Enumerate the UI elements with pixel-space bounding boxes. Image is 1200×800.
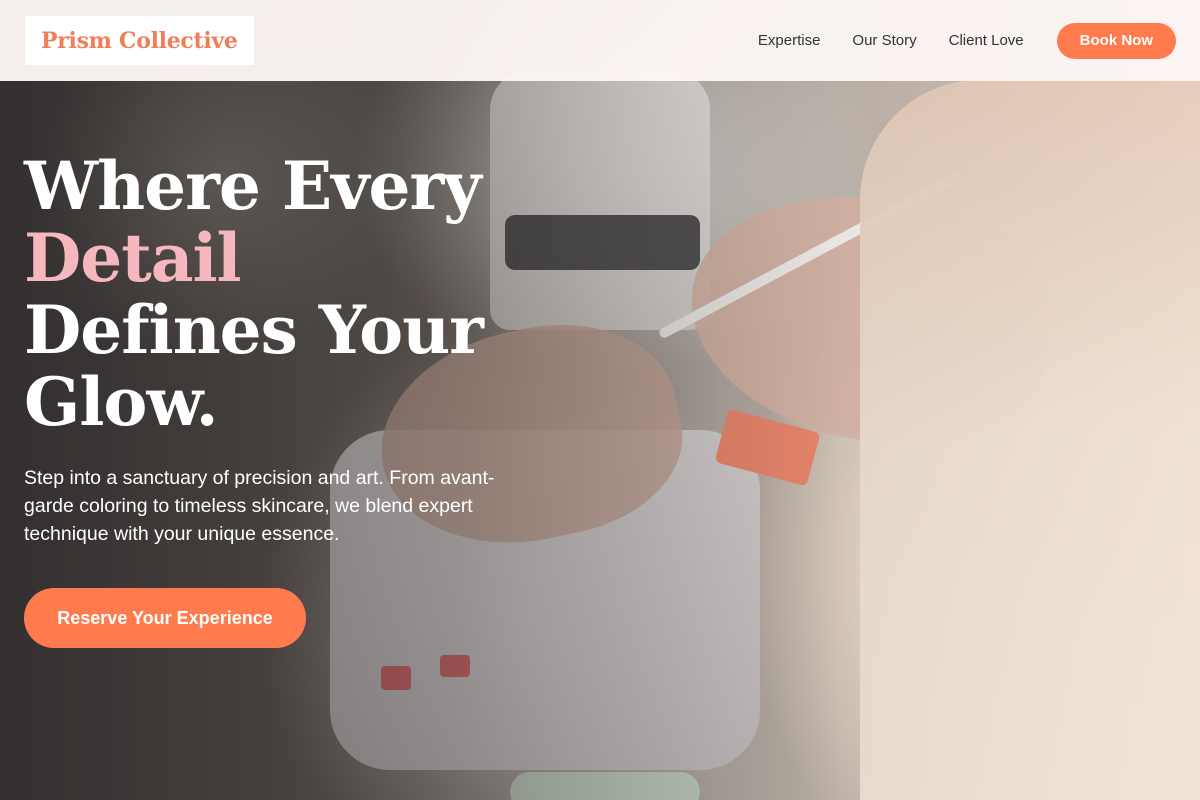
site-header: Prism Collective Expertise Our Story Cli… xyxy=(0,0,1200,81)
main-nav: Expertise Our Story Client Love Book Now xyxy=(758,22,1176,59)
book-now-button[interactable]: Book Now xyxy=(1056,22,1176,59)
hero-title-line-1: Where Every xyxy=(24,147,482,225)
nav-link-expertise[interactable]: Expertise xyxy=(758,32,821,49)
reserve-experience-button[interactable]: Reserve Your Experience xyxy=(24,588,306,648)
nav-link-our-story[interactable]: Our Story xyxy=(852,32,916,49)
hero-title-accent: Detail xyxy=(24,219,242,297)
logo[interactable]: Prism Collective xyxy=(25,16,254,65)
hero-title-line-4: Glow. xyxy=(24,363,219,441)
nav-link-client-love[interactable]: Client Love xyxy=(949,32,1024,49)
hero-title: Where Every Detail Defines Your Glow. xyxy=(24,147,484,441)
hero-title-line-3: Defines Your xyxy=(24,291,484,369)
hero-subtitle: Step into a sanctuary of precision and a… xyxy=(24,467,495,545)
logo-text: Prism Collective xyxy=(41,27,238,54)
